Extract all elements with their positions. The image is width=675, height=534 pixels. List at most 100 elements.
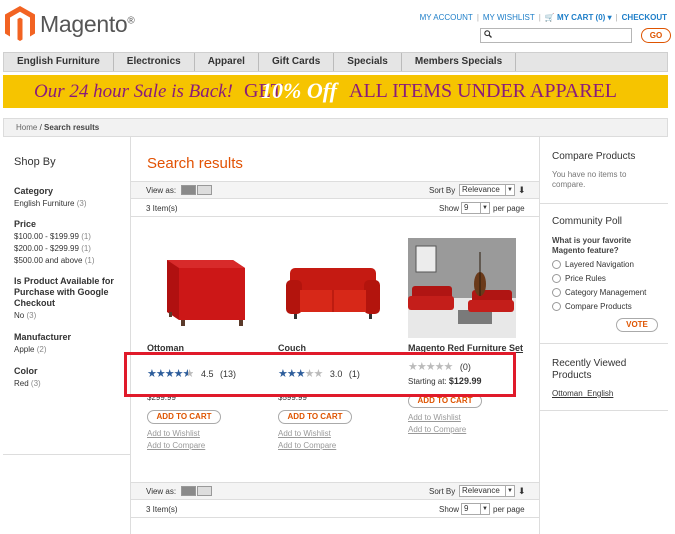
list-view-icon[interactable] [197, 185, 212, 195]
filter-price-item-1[interactable]: $100.00 - $199.99 (1) [14, 232, 91, 241]
item-count: 3 Item(s) [146, 505, 178, 514]
add-to-wishlist-link-red-furniture-set[interactable]: Add to Wishlist [408, 413, 461, 422]
trademark-mark: ® [127, 15, 135, 27]
nav-item-apparel[interactable]: Apparel [195, 53, 259, 71]
add-to-compare-link-red-furniture-set[interactable]: Add to Compare [408, 425, 466, 434]
cart-icon: 🛒 [544, 13, 555, 22]
add-to-wishlist-link-ottoman[interactable]: Add to Wishlist [147, 429, 200, 438]
sidebar-divider [540, 410, 668, 411]
filter-label: $100.00 - $199.99 [14, 232, 79, 241]
nav-item-members-specials[interactable]: Members Specials [402, 53, 517, 71]
sort-select[interactable]: Relevance ▼ [459, 485, 515, 497]
sort-select[interactable]: Relevance ▼ [459, 184, 515, 196]
toolbar-top: View as: Sort By Relevance ▼ ⬇ 3 Item(s) … [131, 181, 539, 217]
nav-item-gift-cards[interactable]: Gift Cards [259, 53, 335, 71]
magento-logo[interactable]: Magento® [4, 5, 144, 45]
filter-label: English Furniture [14, 199, 75, 208]
filter-count: (3) [76, 199, 87, 208]
poll-option-label[interactable]: Compare Products [565, 302, 632, 311]
filter-price-item-3[interactable]: $500.00 and above (1) [14, 256, 95, 265]
sort-by-label: Sort By [429, 186, 456, 195]
show-label: Show [439, 505, 460, 514]
filter-manufacturer-item[interactable]: Apple (2) [14, 345, 46, 354]
filter-google-item[interactable]: No (3) [14, 311, 36, 320]
toolbar-view-row: View as: Sort By Relevance ▼ ⬇ [131, 482, 539, 500]
vote-button[interactable]: VOTE [616, 318, 658, 332]
per-page-value: 9 [464, 504, 469, 513]
product-image-red-furniture-set[interactable] [408, 238, 516, 338]
my-cart-label: My Cart (0) [557, 13, 606, 22]
breadcrumb-separator: / [39, 123, 42, 132]
filter-label: $200.00 - $299.99 [14, 244, 79, 253]
sort-direction-icon[interactable]: ⬇ [518, 486, 526, 497]
filter-manufacturer-title: Manufacturer [14, 332, 72, 342]
filter-count: (3) [26, 311, 37, 320]
poll-radio-layered-navigation[interactable] [552, 260, 561, 269]
filter-category-item[interactable]: English Furniture (3) [14, 199, 87, 208]
search-input[interactable] [480, 28, 632, 43]
grid-view-icon[interactable] [181, 486, 196, 496]
compare-empty-text-2: compare. [552, 180, 586, 189]
recently-viewed-item[interactable]: Ottoman_English [552, 389, 613, 398]
nav-item-specials[interactable]: Specials [334, 53, 402, 71]
per-page-select[interactable]: 9 ▼ [461, 202, 490, 214]
poll-option-label[interactable]: Layered Navigation [565, 260, 634, 269]
filter-color-item[interactable]: Red (3) [14, 379, 41, 388]
poll-question-2: Magento feature? [552, 246, 619, 255]
sort-direction-icon[interactable]: ⬇ [518, 185, 526, 196]
poll-option-label[interactable]: Price Rules [565, 274, 606, 283]
chevron-down-icon: ▼ [480, 504, 489, 514]
poll-radio-price-rules[interactable] [552, 274, 561, 283]
item-count: 3 Item(s) [146, 204, 178, 213]
chevron-down-icon: ▾ [607, 13, 612, 22]
my-cart-link[interactable]: 🛒 My Cart (0) ▾ [541, 13, 616, 22]
toolbar-pager-row: 3 Item(s) Show 9 ▼ per page [131, 199, 539, 217]
add-to-cart-button-ottoman[interactable]: ADD TO CART [147, 410, 221, 424]
product-image-ottoman[interactable] [145, 238, 253, 338]
per-page-select[interactable]: 9 ▼ [461, 503, 490, 515]
filter-price-item-2[interactable]: $200.00 - $299.99 (1) [14, 244, 91, 253]
nav-item-english-furniture[interactable]: English Furniture [4, 53, 114, 71]
recently-viewed-title-2: Products [552, 370, 592, 381]
add-to-cart-button-couch[interactable]: ADD TO CART [278, 410, 352, 424]
checkout-link[interactable]: Checkout [618, 13, 671, 22]
grid-view-icon[interactable] [181, 185, 196, 195]
my-account-link[interactable]: My Account [416, 13, 477, 22]
ratings-highlight-box [124, 352, 516, 397]
list-view-icon[interactable] [197, 486, 212, 496]
search-go-button[interactable]: GO [641, 28, 671, 43]
poll-question-1: What is your favorite [552, 236, 632, 245]
chevron-down-icon: ▼ [480, 203, 489, 213]
top-links: My Account | My Wishlist | 🛒 My Cart (0) ▾ | C… [416, 13, 671, 22]
per-page-value: 9 [464, 203, 469, 212]
filter-count: (2) [36, 345, 47, 354]
filter-count: (1) [84, 256, 95, 265]
add-to-compare-link-ottoman[interactable]: Add to Compare [147, 441, 205, 450]
banner-text-discount: 10% Off [261, 78, 337, 103]
sidebar-divider [3, 454, 131, 455]
breadcrumb: Home / Search results [3, 118, 668, 137]
nav-item-electronics[interactable]: Electronics [114, 53, 195, 71]
filter-count: (1) [81, 244, 91, 253]
breadcrumb-home[interactable]: Home [16, 123, 37, 132]
product-image-couch[interactable] [278, 238, 386, 338]
search-form: GO [480, 28, 671, 43]
filter-category-title: Category [14, 186, 54, 196]
filter-label: $500.00 and above [14, 256, 83, 265]
magento-logo-icon [5, 6, 35, 41]
page-title: Search results [147, 155, 243, 172]
breadcrumb-current: Search results [44, 123, 100, 132]
filter-price-title: Price [14, 219, 37, 229]
promo-banner[interactable]: Our 24 hour Sale is Back! GET 10% Off AL… [3, 75, 668, 108]
search-icon [484, 30, 492, 40]
view-as-label: View as: [146, 487, 177, 496]
add-to-wishlist-link-couch[interactable]: Add to Wishlist [278, 429, 331, 438]
add-to-compare-link-couch[interactable]: Add to Compare [278, 441, 336, 450]
show-label: Show [439, 204, 460, 213]
my-wishlist-link[interactable]: My Wishlist [479, 13, 539, 22]
poll-option-label[interactable]: Category Management [565, 288, 646, 297]
poll-radio-category-management[interactable] [552, 288, 561, 297]
per-page-label: per page [493, 505, 525, 514]
poll-radio-compare-products[interactable] [552, 302, 561, 311]
banner-text-apparel: ALL ITEMS UNDER APPAREL [349, 80, 617, 102]
